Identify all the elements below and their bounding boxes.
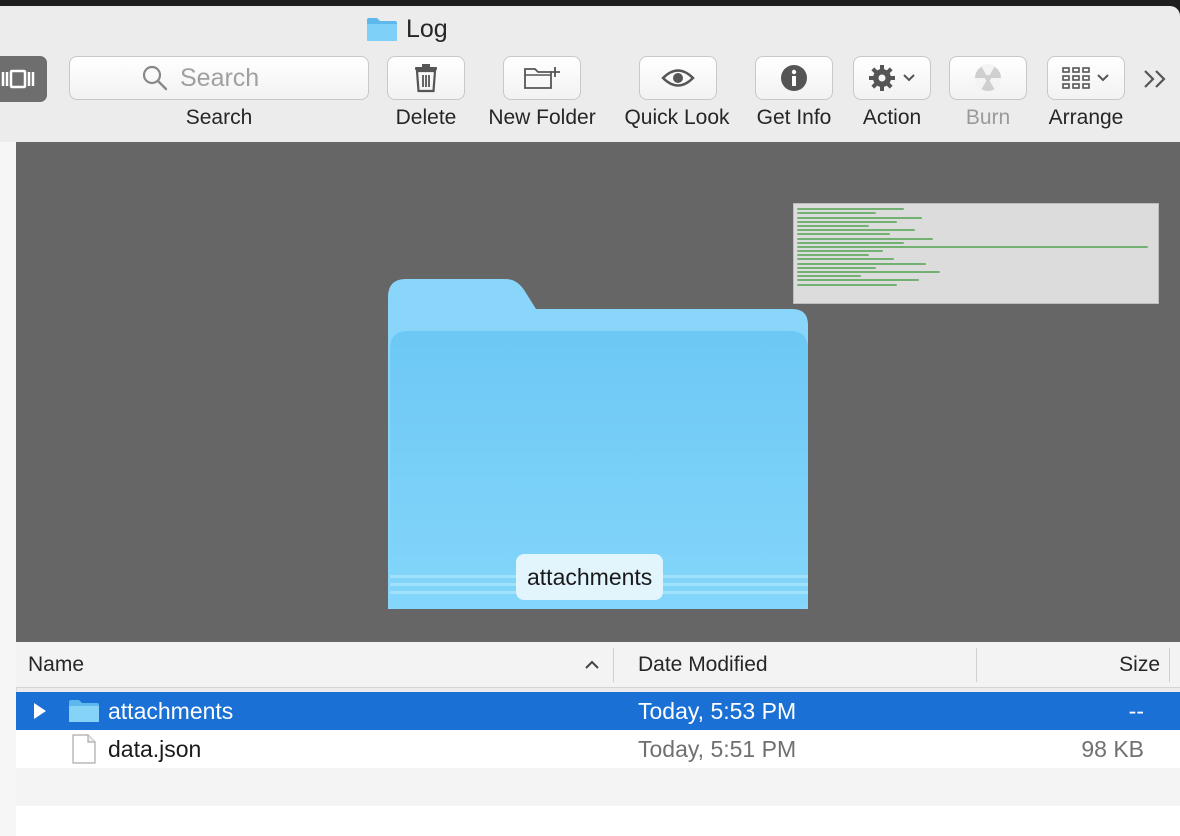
arrange-label: Arrange: [1048, 106, 1124, 129]
quick-look-button[interactable]: [639, 56, 717, 100]
delete-button[interactable]: [387, 56, 465, 100]
file-name: attachments: [108, 697, 234, 724]
disclosure-triangle-icon[interactable]: [32, 702, 48, 720]
coverflow-preview[interactable]: attachments: [16, 142, 1180, 642]
document-icon: [72, 734, 96, 764]
search-icon: [142, 65, 168, 91]
finder-window: Log Search Search Delete New Folder Quic…: [0, 6, 1180, 836]
sidebar-edge: [0, 142, 17, 836]
coverflow-icon: [1, 69, 34, 89]
new-folder-icon: [524, 67, 560, 89]
burn-icon: [974, 63, 1002, 91]
coverflow-view-button[interactable]: [0, 56, 47, 102]
column-divider[interactable]: [976, 648, 977, 682]
column-header-name[interactable]: Name: [28, 642, 84, 688]
arrange-grid-icon: [1062, 67, 1090, 89]
window-title: Log: [366, 14, 448, 44]
date-modified: Today, 5:53 PM: [638, 697, 797, 724]
burn-button[interactable]: [949, 56, 1027, 100]
search-field[interactable]: [69, 56, 369, 100]
search-input[interactable]: [178, 62, 362, 94]
burn-label: Burn: [965, 106, 1011, 129]
column-header-size[interactable]: Size: [1119, 642, 1160, 688]
arrange-button[interactable]: [1047, 56, 1125, 100]
toolbar: Search Delete New Folder: [0, 50, 1180, 142]
window-title-text: Log: [406, 14, 448, 43]
get-info-label: Get Info: [756, 106, 832, 129]
eye-icon: [661, 69, 695, 87]
get-info-button[interactable]: [755, 56, 833, 100]
column-divider[interactable]: [1169, 648, 1170, 682]
new-folder-label: New Folder: [488, 106, 596, 129]
file-size: 98 KB: [1081, 735, 1144, 762]
date-modified: Today, 5:51 PM: [638, 735, 797, 762]
toolbar-overflow-icon[interactable]: [1142, 68, 1170, 90]
column-header-date-modified[interactable]: Date Modified: [638, 642, 768, 688]
preview-folder-name: attachments: [516, 554, 664, 600]
search-label: Search: [185, 106, 253, 129]
action-button[interactable]: [853, 56, 931, 100]
new-folder-button[interactable]: [503, 56, 581, 100]
delete-label: Delete: [395, 106, 457, 129]
quick-look-label: Quick Look: [624, 106, 730, 129]
file-size: --: [1128, 697, 1144, 724]
file-name: data.json: [108, 735, 202, 762]
document-thumbnail[interactable]: [793, 203, 1159, 304]
empty-row: [16, 768, 1180, 806]
folder-icon: [69, 700, 99, 722]
sort-ascending-icon[interactable]: [584, 660, 600, 670]
chevron-down-icon: [903, 74, 915, 82]
title-bar: Log: [0, 6, 1180, 50]
chevron-down-icon: [1097, 74, 1109, 82]
folder-icon: [367, 18, 397, 41]
empty-row: [16, 806, 1180, 836]
list-header: Name Date Modified Size: [16, 642, 1180, 688]
column-divider[interactable]: [613, 648, 614, 682]
table-row[interactable]: data.json Today, 5:51 PM 98 KB: [16, 730, 1180, 768]
trash-icon: [415, 64, 437, 93]
action-label: Action: [862, 106, 922, 129]
table-row[interactable]: attachments Today, 5:53 PM --: [16, 692, 1180, 730]
gear-icon: [869, 65, 895, 91]
info-icon: [781, 65, 807, 91]
